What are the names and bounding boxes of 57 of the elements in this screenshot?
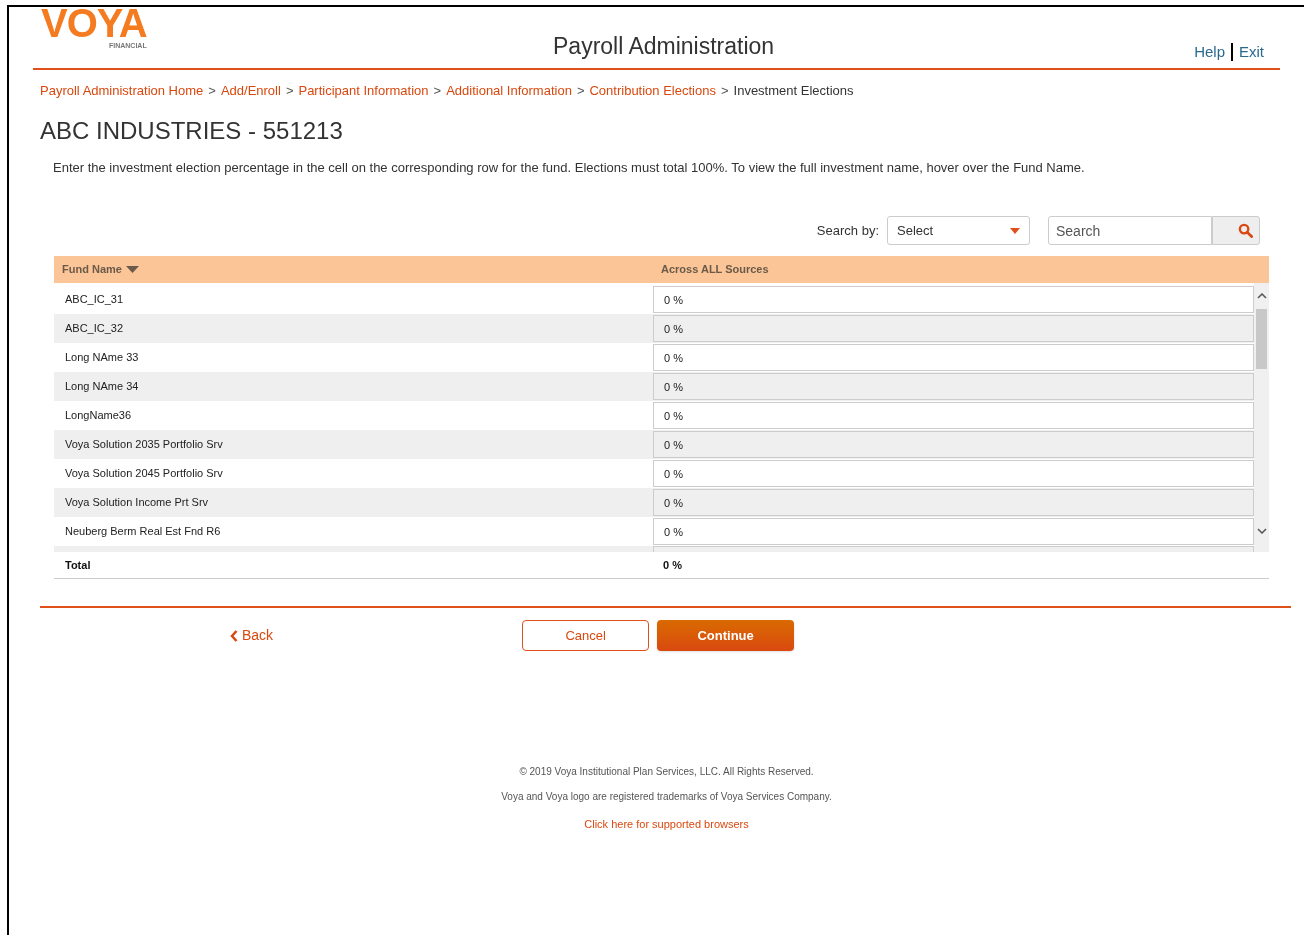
fund-name-cell-text: LongName36 xyxy=(64,408,133,424)
search-by-select[interactable]: Select xyxy=(887,216,1030,245)
percentage-field[interactable]: 0 % xyxy=(653,344,1254,371)
percentage-field[interactable]: 0 % xyxy=(653,489,1254,516)
breadcrumb-separator: > xyxy=(208,82,216,100)
fund-name-cell-text: Voya Solution Income Prt Srv xyxy=(64,495,210,511)
percentage-field[interactable]: 0 % xyxy=(653,518,1254,545)
fund-name-cell-text: ABC_IC_31 xyxy=(64,292,125,308)
search-icon xyxy=(1238,223,1253,238)
breadcrumb-separator: > xyxy=(285,82,294,100)
cancel-button[interactable]: Cancel xyxy=(522,620,650,651)
fund-name-cell-text: Neuberg Berm Real Est Fnd R6 xyxy=(64,524,222,540)
percentage-field[interactable]: 0 % xyxy=(653,373,1254,400)
breadcrumb-link[interactable]: Participant Information xyxy=(298,81,429,101)
fund-name-cell-text: Voya Solution 2035 Portfolio Srv xyxy=(64,437,224,453)
chevron-left-icon xyxy=(230,629,238,642)
breadcrumb-separator: > xyxy=(433,82,442,100)
copyright-text: © 2019 Voya Institutional Plan Services, LLC. All Rights Reserved. xyxy=(519,765,814,779)
caret-icon xyxy=(1010,227,1020,234)
company-heading: ABC INDUSTRIES - 551213 xyxy=(40,115,344,146)
fund-name-cell-text: ABC_IC_32 xyxy=(64,321,125,337)
breadcrumb-separator: > xyxy=(576,82,585,100)
breadcrumb-link[interactable]: Contribution Elections xyxy=(589,81,716,101)
current-page-label: Investment Elections xyxy=(733,82,854,100)
instructions-text: Enter the investment election percentage in the cell on the corresponding row for the fund. Elections must total 100%. To view the full investment name, hover over the Fund Name. xyxy=(53,158,1086,177)
continue-button[interactable]: Continue xyxy=(657,620,795,651)
column-header[interactable]: Fund Name xyxy=(62,261,122,278)
percentage-field[interactable]: 0 % xyxy=(653,431,1254,458)
trademark-text: Voya and Voya logo are registered trademarks of Voya Services Company. xyxy=(501,790,832,804)
breadcrumb-link[interactable]: Payroll Administration Home xyxy=(40,81,204,101)
percentage-field[interactable]: 0 % xyxy=(653,460,1254,487)
back-link[interactable]: Back xyxy=(230,625,274,646)
column-header: Across ALL Sources xyxy=(660,262,769,278)
search-field[interactable]: Search xyxy=(1048,216,1212,245)
scroll-thumb[interactable] xyxy=(1256,308,1267,369)
total-value: 0 % xyxy=(662,557,682,573)
percentage-field[interactable]: 0 % xyxy=(653,315,1254,342)
search-button[interactable] xyxy=(1212,216,1260,245)
exit-link[interactable]: Exit xyxy=(1239,40,1264,63)
scroll-down-icon[interactable] xyxy=(1256,528,1267,534)
fund-name-cell-text: Long NAme 33 xyxy=(64,350,140,366)
breadcrumb-link[interactable]: Additional Information xyxy=(446,81,572,101)
help-link[interactable]: Help xyxy=(1194,40,1225,63)
supported-browsers-link[interactable]: Click here for supported browsers xyxy=(584,816,749,833)
percentage-field[interactable]: 0 % xyxy=(653,286,1254,313)
sort-icon[interactable] xyxy=(125,266,139,273)
page-title: Payroll Administration xyxy=(553,32,775,61)
breadcrumb-link[interactable]: Add/Enroll xyxy=(220,81,281,101)
scrollbar[interactable] xyxy=(1254,283,1269,552)
total-label: Total xyxy=(64,557,92,573)
percentage-field[interactable]: 0 % xyxy=(653,402,1254,429)
fund-name-cell-text: Long NAme 34 xyxy=(64,379,140,395)
fund-name-cell-text: Voya Solution 2045 Portfolio Srv xyxy=(64,466,224,482)
search-by-label: Search by: xyxy=(816,221,879,240)
scroll-up-icon[interactable] xyxy=(1256,293,1267,299)
logo-wordmark: VOYA xyxy=(41,5,147,41)
breadcrumb-separator: > xyxy=(720,82,729,100)
